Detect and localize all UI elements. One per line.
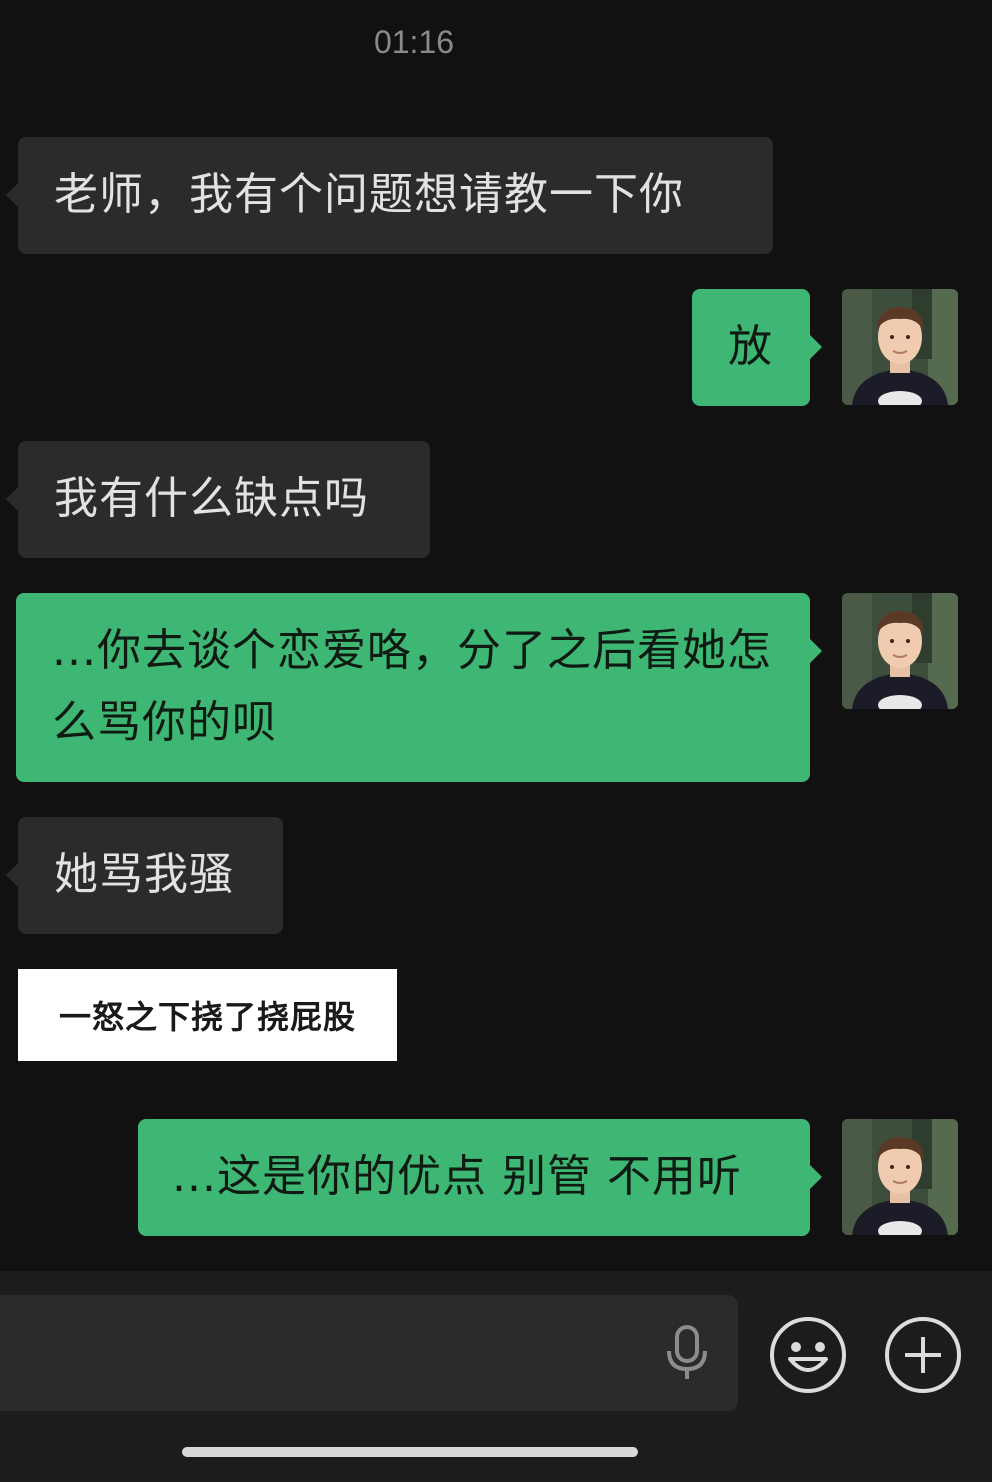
avatar-image [842, 289, 958, 405]
message-text: 老师，我有个问题想请教一下你 [54, 169, 684, 220]
avatar-image [842, 1119, 958, 1235]
message-text: ...这是你的优点 别管 不用听 [172, 1151, 742, 1202]
message-text: 我有什么缺点吗 [54, 473, 369, 524]
message-text: ...你去谈个恋爱咯，分了之后看她怎么骂你的呗 [52, 625, 772, 748]
avatar-image [842, 593, 958, 709]
sticker-image[interactable]: 一怒之下挠了挠屁股 [18, 969, 397, 1061]
incoming-message-bubble[interactable]: 我有什么缺点吗 [6, 441, 430, 558]
emoji-icon[interactable] [768, 1315, 848, 1395]
outgoing-message-bubble[interactable]: 放 [692, 289, 822, 406]
incoming-message-bubble[interactable]: 她骂我骚 [6, 817, 283, 934]
message-timestamp: 01:16 [373, 24, 455, 60]
home-indicator[interactable] [182, 1447, 638, 1457]
user-avatar[interactable] [842, 289, 958, 405]
microphone-icon[interactable] [664, 1325, 710, 1381]
message-input[interactable] [0, 1295, 738, 1411]
message-text: 放 [728, 321, 773, 372]
outgoing-message-bubble[interactable]: ...你去谈个恋爱咯，分了之后看她怎么骂你的呗 [16, 593, 822, 782]
user-avatar[interactable] [842, 593, 958, 709]
user-avatar[interactable] [842, 1119, 958, 1235]
sticker-caption: 一怒之下挠了挠屁股 [58, 998, 356, 1036]
outgoing-message-bubble[interactable]: ...这是你的优点 别管 不用听 [138, 1119, 822, 1236]
message-input-bar [0, 1271, 992, 1482]
incoming-message-bubble[interactable]: 老师，我有个问题想请教一下你 [6, 137, 773, 254]
plus-icon[interactable] [882, 1315, 964, 1395]
message-text: 她骂我骚 [54, 849, 234, 900]
